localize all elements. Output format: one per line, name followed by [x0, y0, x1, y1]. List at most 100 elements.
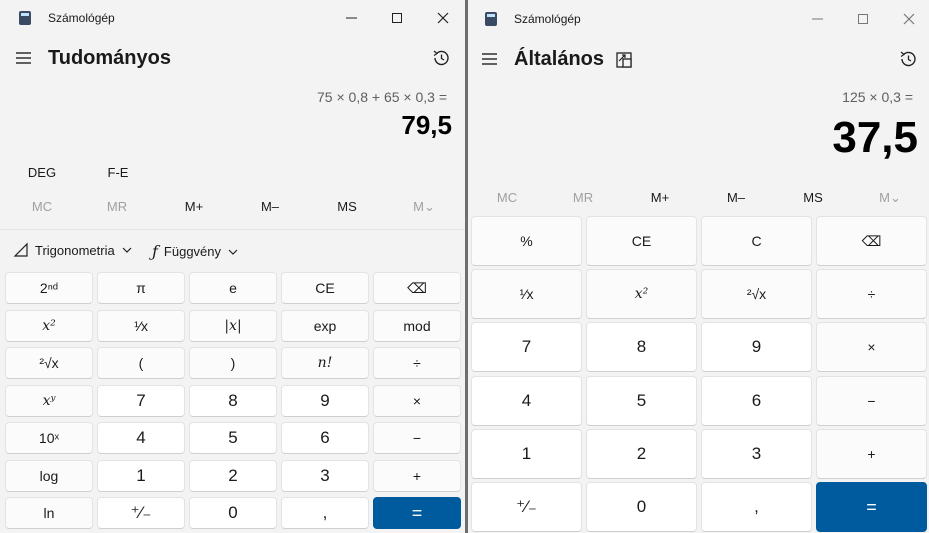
- digit-2-label: 2: [636, 443, 647, 463]
- navigation-menu-button[interactable]: [481, 51, 499, 67]
- digit-1-button[interactable]: 1: [97, 459, 185, 492]
- digit-3-button[interactable]: 3: [281, 459, 369, 492]
- maximize-button[interactable]: [848, 9, 878, 29]
- clear-entry-label: CE: [631, 233, 652, 249]
- digit-1-button[interactable]: 1: [471, 428, 582, 479]
- square-root-button[interactable]: ²√x: [5, 347, 93, 379]
- add-button[interactable]: +: [373, 459, 461, 492]
- close-button[interactable]: [428, 8, 458, 28]
- close-paren-button[interactable]: ): [189, 347, 277, 379]
- keep-on-top-button[interactable]: [614, 50, 634, 70]
- multiply-label: ×: [412, 392, 422, 409]
- square-label: x²: [42, 317, 56, 334]
- digit-2-button[interactable]: 2: [189, 459, 277, 492]
- memory-recall-button[interactable]: MR: [99, 199, 135, 214]
- digit-2-button[interactable]: 2: [586, 428, 697, 479]
- fe-button[interactable]: F-E: [100, 165, 136, 180]
- negate-button[interactable]: ⁺⁄₋: [97, 497, 185, 529]
- memory-store-button[interactable]: MS: [329, 199, 365, 214]
- euler-button[interactable]: e: [189, 272, 277, 304]
- digit-9-button[interactable]: 9: [281, 384, 369, 417]
- absolute-value-button[interactable]: |x|: [189, 309, 277, 342]
- digit-6-button[interactable]: 6: [701, 375, 812, 426]
- digit-3-button[interactable]: 3: [701, 428, 812, 479]
- memory-store-button[interactable]: MS: [795, 190, 831, 205]
- chevron-down-icon: [228, 249, 238, 255]
- percent-button[interactable]: %: [471, 216, 582, 266]
- maximize-button[interactable]: [382, 8, 412, 28]
- exp-button[interactable]: exp: [281, 309, 369, 342]
- divide-button[interactable]: ÷: [816, 269, 927, 320]
- digit-7-button[interactable]: 7: [97, 384, 185, 417]
- navigation-menu-button[interactable]: [15, 50, 33, 66]
- pi-button[interactable]: π: [97, 272, 185, 304]
- digit-6-button[interactable]: 6: [281, 422, 369, 454]
- square-button[interactable]: x²: [586, 269, 697, 320]
- digit-4-label: 4: [521, 390, 532, 410]
- memory-list-button[interactable]: M⌄: [872, 190, 908, 206]
- digit-5-button[interactable]: 5: [189, 422, 277, 454]
- factorial-button[interactable]: n!: [281, 347, 369, 379]
- mode-title: Általános: [514, 48, 605, 70]
- function-label: Függvény: [163, 244, 222, 259]
- history-button[interactable]: [898, 49, 918, 69]
- add-button[interactable]: +: [816, 428, 927, 479]
- digit-9-button[interactable]: 9: [701, 322, 812, 373]
- square-button[interactable]: x²: [5, 309, 93, 342]
- digit-3-label: 3: [751, 443, 762, 463]
- ln-button[interactable]: ln: [5, 497, 93, 529]
- divide-button[interactable]: ÷: [373, 347, 461, 379]
- memory-add-button[interactable]: M+: [176, 199, 212, 214]
- decimal-button[interactable]: ,: [281, 497, 369, 529]
- multiply-button[interactable]: ×: [373, 384, 461, 417]
- mod-button[interactable]: mod: [373, 309, 461, 342]
- subtract-button[interactable]: −: [816, 375, 927, 426]
- backspace-button[interactable]: ⌫: [816, 216, 927, 266]
- ten-power-button[interactable]: 10ˣ: [5, 422, 93, 454]
- minimize-button[interactable]: [336, 8, 366, 28]
- memory-clear-button[interactable]: MC: [489, 190, 525, 205]
- clear-entry-button[interactable]: CE: [586, 216, 697, 266]
- equals-button[interactable]: =: [373, 497, 461, 529]
- angle-mode-button[interactable]: DEG: [24, 165, 60, 180]
- digit-5-button[interactable]: 5: [586, 375, 697, 426]
- subtract-button[interactable]: −: [373, 422, 461, 454]
- digit-3-label: 3: [320, 465, 330, 485]
- open-paren-button[interactable]: (: [97, 347, 185, 379]
- memory-clear-button[interactable]: MC: [24, 199, 60, 214]
- power-button[interactable]: xʸ: [5, 384, 93, 417]
- reciprocal-label: ¹⁄x: [134, 317, 148, 334]
- maximize-icon: [392, 13, 402, 23]
- history-button[interactable]: [431, 48, 451, 68]
- digit-7-button[interactable]: 7: [471, 322, 582, 373]
- digit-9-label: 9: [320, 390, 330, 410]
- digit-8-button[interactable]: 8: [586, 322, 697, 373]
- minimize-button[interactable]: [802, 9, 832, 29]
- reciprocal-button[interactable]: ¹⁄x: [97, 309, 185, 342]
- second-function-button[interactable]: 2ⁿᵈ: [5, 272, 93, 304]
- close-button[interactable]: [894, 9, 924, 29]
- function-dropdown[interactable]: ƒ Függvény: [152, 242, 239, 261]
- memory-subtract-button[interactable]: M–: [718, 190, 754, 205]
- digit-7-label: 7: [136, 390, 146, 410]
- digit-4-button[interactable]: 4: [471, 375, 582, 426]
- negate-button[interactable]: ⁺⁄₋: [471, 482, 582, 532]
- equals-button[interactable]: =: [816, 482, 927, 532]
- digit-0-button[interactable]: 0: [586, 482, 697, 532]
- memory-add-button[interactable]: M+: [642, 190, 678, 205]
- multiply-button[interactable]: ×: [816, 322, 927, 373]
- memory-recall-button[interactable]: MR: [565, 190, 601, 205]
- memory-subtract-button[interactable]: M–: [252, 199, 288, 214]
- reciprocal-button[interactable]: ¹⁄x: [471, 269, 582, 320]
- digit-0-button[interactable]: 0: [189, 497, 277, 529]
- clear-button[interactable]: C: [701, 216, 812, 266]
- digit-4-button[interactable]: 4: [97, 422, 185, 454]
- square-root-button[interactable]: ²√x: [701, 269, 812, 320]
- clear-entry-button[interactable]: CE: [281, 272, 369, 304]
- memory-list-button[interactable]: M⌄: [406, 199, 442, 215]
- digit-8-button[interactable]: 8: [189, 384, 277, 417]
- log-button[interactable]: log: [5, 459, 93, 492]
- decimal-button[interactable]: ,: [701, 482, 812, 532]
- trigonometry-dropdown[interactable]: Trigonometria: [13, 242, 133, 258]
- backspace-button[interactable]: ⌫: [373, 272, 461, 304]
